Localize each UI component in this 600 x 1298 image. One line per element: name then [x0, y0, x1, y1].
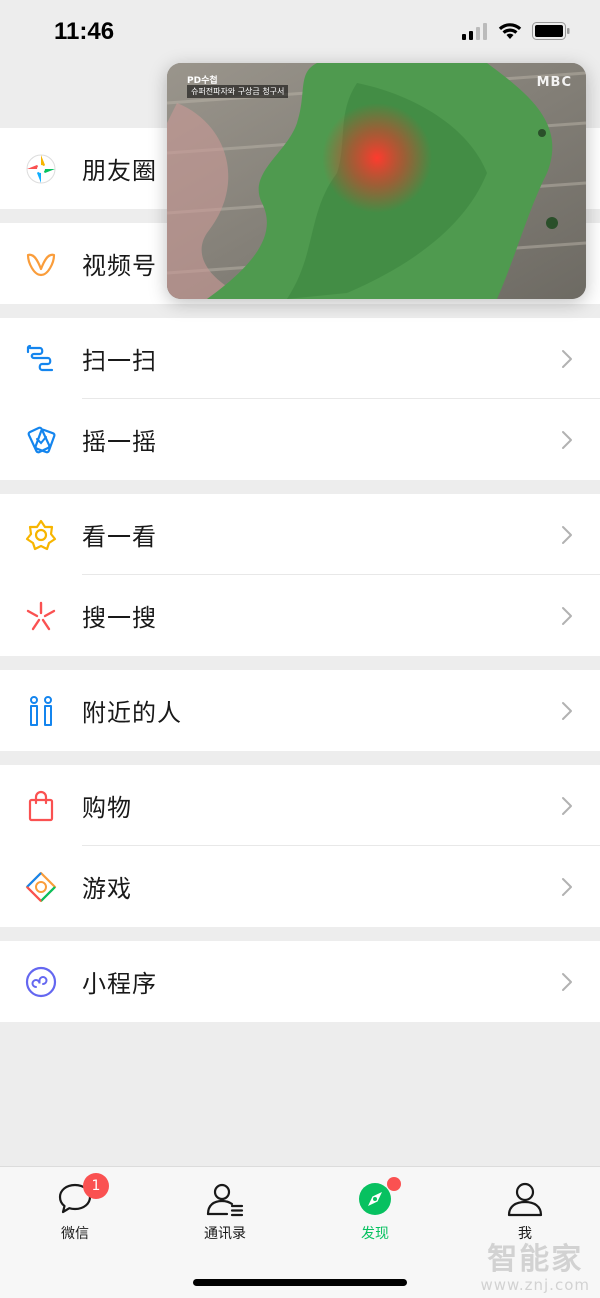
search-icon — [24, 599, 58, 633]
chat-bubble-icon: 1 — [55, 1173, 109, 1217]
floating-video-window[interactable]: PD수첩 슈퍼전파자와 구상금 청구서 MBC — [167, 63, 586, 299]
menu-group: 附近的人 — [0, 670, 600, 751]
group-gap — [0, 927, 600, 941]
chevron-right-icon — [560, 348, 574, 370]
menu-group: 扫一扫 摇一摇 — [0, 318, 600, 480]
watermark: 智能家 www.znj.com — [480, 1234, 590, 1294]
channels-icon — [24, 247, 58, 281]
menu-item-people-nearby[interactable]: 附近的人 — [0, 670, 600, 751]
games-icon — [24, 870, 58, 904]
menu-item-label: 购物 — [82, 794, 132, 822]
menu-group: 小程序 — [0, 941, 600, 1022]
menu-group: 看一看 搜一搜 — [0, 494, 600, 656]
menu-item-label: 视频号 — [82, 252, 157, 280]
tab-label: 发现 — [361, 1226, 389, 1242]
tab-label: 通讯录 — [204, 1226, 246, 1242]
new-content-dot — [387, 1177, 401, 1191]
top-stories-icon — [24, 518, 58, 552]
tab-discover[interactable]: 发现 — [315, 1177, 435, 1242]
unread-badge: 1 — [83, 1173, 109, 1199]
menu-item-shopping[interactable]: 购物 — [0, 765, 600, 846]
menu-item-scan[interactable]: 扫一扫 — [0, 318, 600, 399]
video-frame — [167, 63, 586, 299]
group-gap — [0, 480, 600, 494]
chevron-right-icon — [560, 524, 574, 546]
contacts-icon — [205, 1181, 245, 1217]
menu-item-label: 看一看 — [82, 523, 157, 551]
menu-item-top-stories[interactable]: 看一看 — [0, 494, 600, 575]
cellular-signal-icon — [462, 22, 488, 44]
chevron-right-icon — [560, 605, 574, 627]
chevron-right-icon — [560, 700, 574, 722]
wifi-icon — [498, 22, 522, 44]
compass-icon — [355, 1177, 401, 1217]
watermark-title: 智能家 — [487, 1242, 584, 1277]
chevron-right-icon — [560, 876, 574, 898]
group-gap — [0, 656, 600, 670]
tab-label: 微信 — [61, 1226, 89, 1242]
battery-icon — [532, 22, 570, 44]
tab-contacts[interactable]: 通讯录 — [165, 1181, 285, 1242]
menu-item-shake[interactable]: 摇一摇 — [0, 399, 600, 480]
menu-group: 购物 游戏 — [0, 765, 600, 927]
moments-icon — [24, 152, 58, 186]
chevron-right-icon — [560, 795, 574, 817]
menu-item-label: 朋友圈 — [82, 157, 157, 185]
broadcaster-logo: MBC — [536, 75, 572, 90]
menu-item-label: 摇一摇 — [82, 428, 157, 456]
shake-icon — [24, 423, 58, 457]
shopping-bag-icon — [24, 789, 58, 823]
tab-chats[interactable]: 1 微信 — [15, 1173, 135, 1242]
mini-programs-icon — [24, 965, 58, 999]
home-indicator[interactable] — [193, 1279, 407, 1286]
group-gap — [0, 751, 600, 765]
watermark-url: www.znj.com — [480, 1276, 590, 1294]
chevron-right-icon — [560, 429, 574, 451]
person-icon — [505, 1181, 545, 1217]
status-bar: 11:46 — [0, 0, 600, 68]
group-gap — [0, 304, 600, 318]
menu-item-label: 游戏 — [82, 875, 132, 903]
scan-icon — [24, 342, 58, 376]
menu-item-search[interactable]: 搜一搜 — [0, 575, 600, 656]
menu-item-games[interactable]: 游戏 — [0, 846, 600, 927]
menu-item-mini-programs[interactable]: 小程序 — [0, 941, 600, 1022]
chevron-right-icon — [560, 971, 574, 993]
menu-item-label: 搜一搜 — [82, 604, 157, 632]
menu-item-label: 扫一扫 — [82, 347, 157, 375]
menu-item-label: 附近的人 — [82, 699, 182, 727]
menu-item-label: 小程序 — [82, 970, 157, 998]
people-nearby-icon — [24, 694, 58, 728]
video-caption: 슈퍼전파자와 구상금 청구서 — [187, 85, 289, 98]
status-time: 11:46 — [54, 18, 115, 45]
status-icons — [462, 22, 570, 44]
tab-me[interactable]: 我 — [465, 1181, 585, 1242]
